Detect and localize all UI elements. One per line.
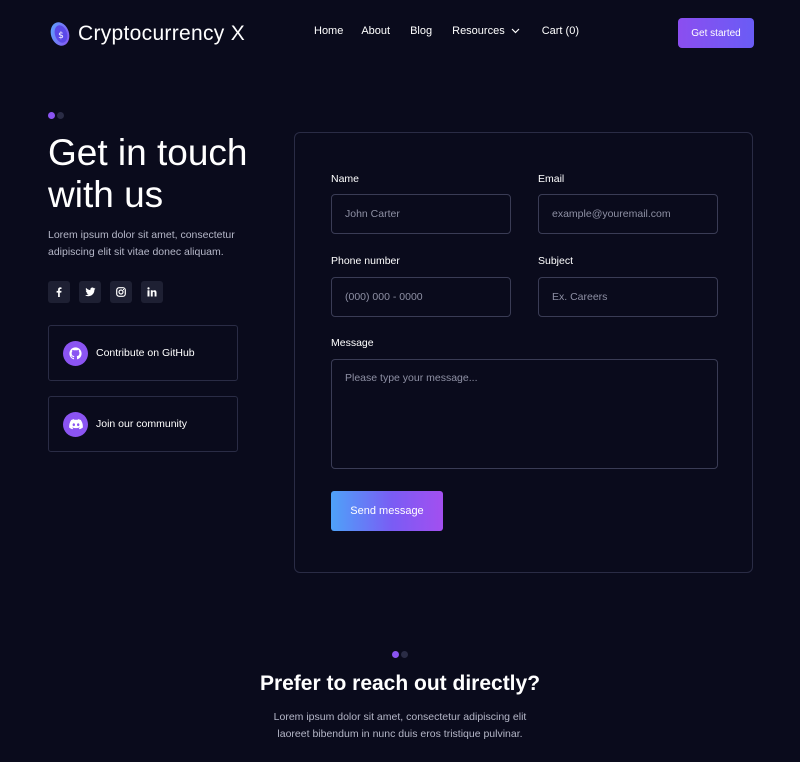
discord-icon-badge xyxy=(63,411,88,437)
linkedin-link[interactable] xyxy=(141,281,163,303)
community-card-link[interactable]: Join our community xyxy=(48,396,238,452)
brand-name: Cryptocurrency X xyxy=(78,22,246,45)
email-input[interactable] xyxy=(538,194,718,234)
linkedin-icon xyxy=(147,287,157,297)
facebook-icon xyxy=(56,287,62,297)
site-header: $ Cryptocurrency X Home About Blog Resou… xyxy=(0,0,800,66)
section-indicator-dots xyxy=(48,112,66,119)
github-icon-badge xyxy=(63,340,88,366)
phone-input[interactable] xyxy=(331,277,511,317)
chevron-down-icon xyxy=(511,28,520,34)
nav-resources-label: Resources xyxy=(452,25,505,37)
message-textarea[interactable] xyxy=(331,359,718,469)
discord-icon xyxy=(68,418,83,429)
coin-logo-icon: $ xyxy=(48,20,72,48)
social-links xyxy=(48,281,172,303)
get-started-button[interactable]: Get started xyxy=(678,18,754,48)
nav-about[interactable]: About xyxy=(361,25,390,37)
subject-label: Subject xyxy=(538,255,574,267)
nav-resources[interactable]: Resources xyxy=(452,25,520,37)
brand-logo[interactable]: $ Cryptocurrency X xyxy=(48,20,245,48)
message-label: Message xyxy=(331,337,374,349)
indicator-dot xyxy=(401,651,408,658)
name-label: Name xyxy=(331,173,360,185)
svg-text:$: $ xyxy=(58,31,64,41)
github-icon xyxy=(69,346,82,359)
direct-contact-description: Lorem ipsum dolor sit amet, consectetur … xyxy=(273,711,527,740)
indicator-dot-active xyxy=(392,651,399,658)
hero-description: Lorem ipsum dolor sit amet, consectetur … xyxy=(48,229,235,258)
main-nav: Home About Blog Resources Cart (0) xyxy=(314,25,579,37)
facebook-link[interactable] xyxy=(48,281,70,303)
page-title: Get in touch with us xyxy=(48,132,248,215)
section-indicator-dots-bottom xyxy=(392,651,410,658)
subject-input[interactable] xyxy=(538,277,718,317)
name-input[interactable] xyxy=(331,194,511,234)
instagram-link[interactable] xyxy=(110,281,132,303)
direct-contact-title: Prefer to reach out directly? xyxy=(259,672,541,695)
indicator-dot xyxy=(57,112,64,119)
community-link-label: Join our community xyxy=(96,418,188,430)
nav-home[interactable]: Home xyxy=(314,25,343,37)
instagram-icon xyxy=(116,287,126,297)
email-label: Email xyxy=(538,173,565,185)
twitter-link[interactable] xyxy=(79,281,101,303)
twitter-icon xyxy=(84,287,95,297)
indicator-dot-active xyxy=(48,112,55,119)
phone-label: Phone number xyxy=(331,255,400,267)
github-link-label: Contribute on GitHub xyxy=(96,347,195,359)
github-card-link[interactable]: Contribute on GitHub xyxy=(48,325,238,381)
nav-blog[interactable]: Blog xyxy=(410,25,432,37)
nav-cart[interactable]: Cart (0) xyxy=(542,25,579,37)
send-message-button[interactable]: Send message xyxy=(331,491,443,531)
